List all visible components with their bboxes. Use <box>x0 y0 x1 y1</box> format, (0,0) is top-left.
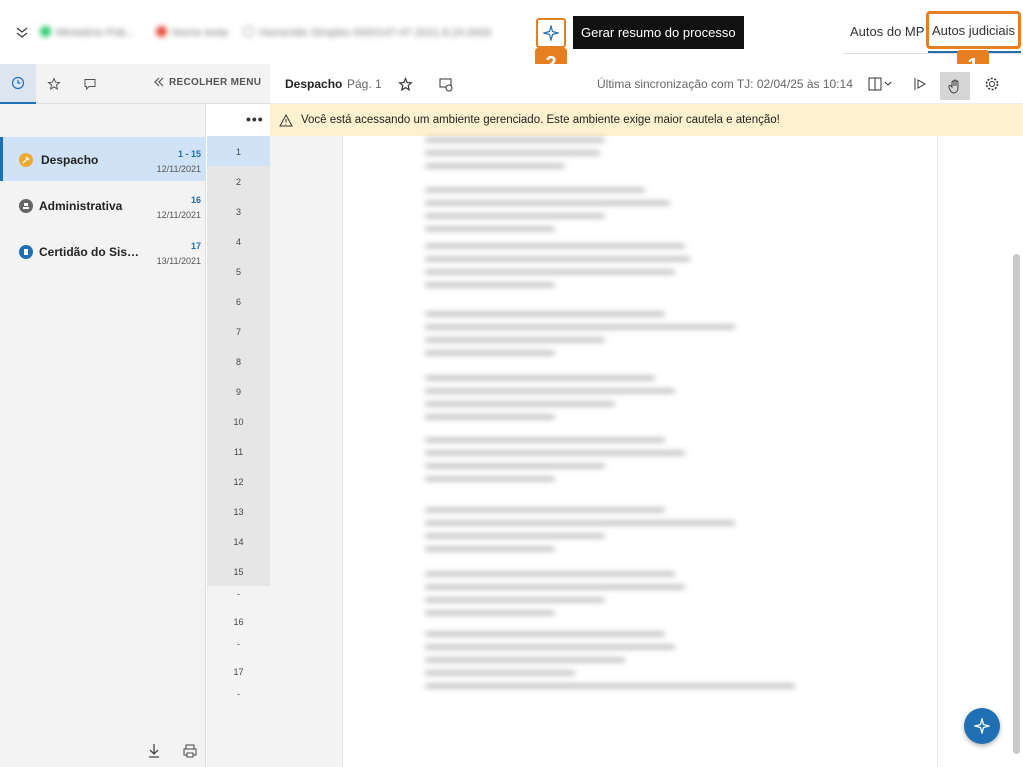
document-date: 12/11/2021 <box>156 210 201 220</box>
page-number[interactable]: 2 <box>207 177 270 187</box>
tab-comments[interactable] <box>72 64 108 104</box>
text-block <box>425 376 675 428</box>
pan-hand-icon[interactable] <box>940 72 970 100</box>
document-item[interactable]: Certidão do Sistema 17 13/11/2021 <box>0 229 206 273</box>
document-toolbar: Despacho Pág. 1 Última sincronização com… <box>270 64 1023 104</box>
comment-icon <box>84 79 96 91</box>
document-page-range: 1 - 15 <box>177 149 201 159</box>
tab-autos-judiciais[interactable]: Autos judiciais <box>926 11 1021 49</box>
page-number[interactable]: 8 <box>207 357 270 367</box>
page-number[interactable]: 16 <box>207 617 270 627</box>
tab-history[interactable] <box>0 64 36 104</box>
page-number[interactable]: 17 <box>207 667 270 677</box>
document-title: Despacho <box>285 77 343 91</box>
page-number[interactable]: 4 <box>207 237 270 247</box>
vertical-scrollbar[interactable] <box>1013 254 1020 754</box>
sparkle-icon <box>543 25 559 41</box>
top-bar: Ministério Púb... Nome teste Homicídio S… <box>0 0 1023 82</box>
document-name: Administrativa <box>39 199 123 213</box>
managed-environment-warning: Você está acessando um ambiente gerencia… <box>270 104 1023 136</box>
page-separator: - <box>237 589 240 599</box>
stamp-icon <box>19 199 33 213</box>
sidebar-tabs: RECOLHER MENU <box>0 64 270 104</box>
ai-summary-button[interactable] <box>536 18 566 48</box>
sync-document-icon[interactable] <box>436 74 456 94</box>
page-number[interactable]: 3 <box>207 207 270 217</box>
document-name: Despacho <box>41 153 99 167</box>
favorite-star-icon[interactable] <box>395 74 415 94</box>
page-number[interactable]: 13 <box>207 507 270 517</box>
page-number[interactable]: 5 <box>207 267 270 277</box>
more-options-icon[interactable]: ••• <box>246 111 264 127</box>
document-date: 13/11/2021 <box>156 256 201 266</box>
text-block <box>425 244 690 296</box>
document-date: 12/11/2021 <box>156 164 201 174</box>
warning-icon <box>279 113 293 126</box>
download-icon[interactable] <box>147 743 161 759</box>
page-number[interactable]: 14 <box>207 537 270 547</box>
star-icon <box>47 77 61 91</box>
clock-icon <box>11 76 25 90</box>
right-margin <box>938 136 1023 767</box>
double-chevron-down-icon[interactable] <box>14 24 30 40</box>
text-block <box>425 138 605 177</box>
text-block <box>425 188 670 240</box>
document-pages-range <box>207 166 270 586</box>
page-indicator: Pág. 1 <box>347 77 382 91</box>
page-number[interactable]: 9 <box>207 387 270 397</box>
document-page-range: 16 <box>190 195 201 205</box>
tab-favorites[interactable] <box>36 64 72 104</box>
text-block <box>425 438 685 490</box>
tab-autos-mp[interactable]: Autos do MP <box>850 24 924 39</box>
page-thumbnails: 1 2 3 4 5 6 7 8 9 10 11 12 13 14 15 - 16… <box>207 136 270 767</box>
text-block <box>425 632 795 697</box>
page-number[interactable]: 15 <box>207 567 270 577</box>
warning-text: Você está acessando um ambiente gerencia… <box>301 114 780 126</box>
tab-divider <box>843 53 1023 54</box>
ai-assistant-fab[interactable] <box>964 708 1000 744</box>
org-label: Ministério Púb... <box>40 26 135 39</box>
gavel-icon <box>19 153 33 167</box>
page-separator: - <box>237 639 240 649</box>
page-number[interactable]: 6 <box>207 297 270 307</box>
print-icon[interactable] <box>182 743 198 759</box>
text-block <box>425 312 735 364</box>
sparkle-icon <box>974 718 990 734</box>
settings-gear-icon[interactable] <box>982 74 1002 94</box>
document-page-range: 17 <box>190 241 201 251</box>
document-page <box>342 136 938 767</box>
document-item[interactable]: Administrativa 16 12/11/2021 <box>0 183 206 227</box>
page-number[interactable]: 1 <box>207 147 270 157</box>
user-label: Nome teste <box>156 26 228 39</box>
collapse-menu-button[interactable]: RECOLHER MENU <box>153 76 261 88</box>
document-viewer[interactable] <box>270 136 1023 767</box>
double-chevron-left-icon <box>154 77 164 87</box>
text-select-icon[interactable] <box>910 74 930 94</box>
page-separator: - <box>237 689 240 699</box>
case-label: Homicídio Simples 0000147-47.2021.8.24.0… <box>243 26 491 39</box>
document-icon <box>19 245 33 259</box>
sync-status: Última sincronização com TJ: 02/04/25 às… <box>597 77 853 91</box>
page-number[interactable]: 10 <box>207 417 270 427</box>
page-number[interactable]: 7 <box>207 327 270 337</box>
text-block <box>425 508 735 560</box>
page-number[interactable]: 11 <box>207 447 270 457</box>
ai-summary-tooltip: Gerar resumo do processo <box>573 16 744 49</box>
text-block <box>425 572 685 624</box>
document-name: Certidão do Sistema <box>39 245 143 259</box>
page-number[interactable]: 12 <box>207 477 270 487</box>
document-item[interactable]: Despacho 1 - 15 12/11/2021 <box>0 137 206 181</box>
book-view-icon[interactable] <box>866 74 896 94</box>
